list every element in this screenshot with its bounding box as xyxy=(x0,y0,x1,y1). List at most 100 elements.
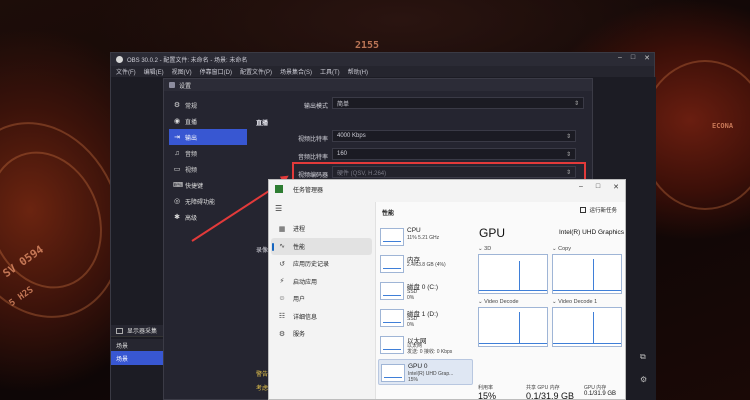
cpu-thumbnail-graph xyxy=(380,228,404,246)
minimize-icon[interactable]: – xyxy=(579,183,583,191)
close-icon[interactable]: ✕ xyxy=(644,54,650,62)
run-task-label: 运行新任务 xyxy=(589,208,617,214)
gpu-3d-graph xyxy=(478,254,548,294)
graph-label-text: 3D xyxy=(484,246,492,252)
menu-help[interactable]: 帮助(H) xyxy=(348,67,368,76)
tm-nav-startup[interactable]: ⚡ 启动应用 xyxy=(271,273,372,291)
menu-scene-collection[interactable]: 场景集合(S) xyxy=(280,67,312,76)
gpu-detail-panel: GPU Intel(R) UHD Graphics ⌄ 3D ⌄ Copy ⌄ … xyxy=(476,224,624,400)
performance-list: CPU 11% 5.21 GHz 内存 2.4/63.8 GB (4%) 磁盘 … xyxy=(378,224,473,386)
perf-item-memory[interactable]: 内存 2.4/63.8 GB (4%) xyxy=(378,251,473,277)
run-new-task-button[interactable]: 运行新任务 xyxy=(580,206,617,214)
tm-nav-users[interactable]: ☺ 用户 xyxy=(271,290,372,308)
stat-value-shared-memory: 0.1/31.9 GB xyxy=(526,391,575,400)
disk1-thumbnail-graph xyxy=(380,309,404,327)
perf-item-sub: SSD 0% xyxy=(407,316,417,328)
tm-nav-label: 进程 xyxy=(293,227,306,234)
source-name: 显示器采集 xyxy=(127,329,158,335)
video-icon: ▭ xyxy=(173,166,181,173)
task-manager-nav: ▦ 进程 ∿ 性能 ↺ 应用历史记录 ⚡ 启动应用 ☺ 用户 ☷ 详细信息 ⚙ 服务 xyxy=(271,220,372,343)
settings-nav-video[interactable]: ▭ 视频 xyxy=(169,161,247,177)
graph-label-copy: ⌄ Copy xyxy=(552,246,571,252)
task-manager-window: 任务管理器 – □ ✕ ☰ ▦ 进程 ∿ 性能 ↺ 应用历史记录 ⚡ 启动应用 ☺ 用户 … xyxy=(268,179,626,400)
nav-label: 无障碍功能 xyxy=(185,199,216,206)
accessibility-icon: ◎ xyxy=(173,198,181,205)
stat-label-gpu-memory: GPU 内存 xyxy=(584,385,607,391)
monitor-icon xyxy=(116,327,123,334)
settings-nav-hotkeys[interactable]: ⌨ 快捷键 xyxy=(169,177,247,193)
perf-item-disk-0[interactable]: 磁盘 0 (C:) SSD 0% xyxy=(378,278,473,304)
audio-bitrate-value: 160 xyxy=(337,151,348,157)
tm-nav-label: 性能 xyxy=(293,244,306,251)
settings-gear-icon[interactable]: ⚙ xyxy=(640,375,647,384)
settings-nav-output[interactable]: ⇥ 输出 xyxy=(169,129,247,145)
tm-nav-label: 启动应用 xyxy=(293,279,318,286)
graph-label-video-decode-1: ⌄ Video Decode 1 xyxy=(552,299,598,305)
settings-nav-audio[interactable]: ♫ 音频 xyxy=(169,145,247,161)
tm-nav-performance[interactable]: ∿ 性能 xyxy=(271,237,372,255)
maximize-icon[interactable]: □ xyxy=(631,54,635,62)
performance-icon: ∿ xyxy=(279,243,285,251)
perf-item-gpu-0[interactable]: GPU 0 Intel(R) UHD Grap... 15% xyxy=(378,359,473,385)
advanced-icon: ✱ xyxy=(174,214,180,221)
chevron-updown-icon: ⇕ xyxy=(573,100,579,107)
perf-item-sub-line: 0% xyxy=(407,322,415,328)
stat-value-utilization: 15% xyxy=(478,391,497,400)
task-manager-title-bar: 任务管理器 – □ ✕ xyxy=(269,180,625,198)
graph-label-video-decode: ⌄ Video Decode xyxy=(478,299,519,305)
menu-docks[interactable]: 停靠窗口(D) xyxy=(200,67,232,76)
output-mode-select[interactable]: 简单 ⇕ xyxy=(332,97,584,109)
menu-edit[interactable]: 编辑(E) xyxy=(144,67,164,76)
menu-tools[interactable]: 工具(T) xyxy=(320,67,340,76)
task-manager-icon xyxy=(275,185,283,193)
output-mode-label: 输出模式 xyxy=(303,104,328,110)
video-bitrate-label: 视频比特率 xyxy=(297,137,328,143)
menu-view[interactable]: 视图(V) xyxy=(172,67,192,76)
settings-icon xyxy=(169,82,175,88)
gear-icon: ⚙ xyxy=(173,102,181,109)
tm-nav-processes[interactable]: ▦ 进程 xyxy=(271,220,372,238)
dock-float-icon[interactable]: ⧉ xyxy=(640,352,646,362)
menu-file[interactable]: 文件(F) xyxy=(116,67,136,76)
graph-label-text: Video Decode xyxy=(484,299,519,305)
tm-nav-details[interactable]: ☷ 详细信息 xyxy=(271,308,372,326)
tm-nav-services[interactable]: ⚙ 服务 xyxy=(271,325,372,343)
close-icon[interactable]: ✕ xyxy=(613,183,619,191)
perf-item-sub: 以太网 发送: 0 接收: 0 Kbps xyxy=(407,343,452,355)
settings-nav-general[interactable]: ⚙ 常规 xyxy=(169,97,247,113)
audio-bitrate-select[interactable]: 160 ⇕ xyxy=(332,148,576,160)
menu-profile[interactable]: 配置文件(P) xyxy=(240,67,272,76)
settings-nav: ⚙ 常规 ◉ 直播 ⇥ 输出 ♫ 音频 ▭ 视频 ⌨ 快捷键 ◎ 无障碍功能 ✱ 高级 xyxy=(169,97,247,225)
wallpaper-number: ECONA xyxy=(712,122,734,130)
audio-icon: ♫ xyxy=(174,149,180,157)
perf-item-cpu[interactable]: CPU 11% 5.21 GHz xyxy=(378,224,473,250)
settings-nav-accessibility[interactable]: ◎ 无障碍功能 xyxy=(169,193,247,209)
perf-item-sub-line: 发送: 0 接收: 0 Kbps xyxy=(407,349,453,355)
perf-item-sub: 2.4/63.8 GB (4%) xyxy=(407,262,446,268)
spinner-icon[interactable]: ⇕ xyxy=(566,133,571,140)
video-bitrate-spinbox[interactable]: 4000 Kbps ⇕ xyxy=(332,130,576,142)
obs-title-bar: OBS 30.0.2 - 配置文件: 未命名 - 场景: 未命名 – □ ✕ xyxy=(111,53,654,66)
perf-item-disk-1[interactable]: 磁盘 1 (D:) SSD 0% xyxy=(378,305,473,331)
graph-label-text: Copy xyxy=(558,246,571,252)
perf-item-ethernet[interactable]: 以太网 以太网 发送: 0 接收: 0 Kbps xyxy=(378,332,473,358)
tm-nav-app-history[interactable]: ↺ 应用历史记录 xyxy=(271,255,372,273)
tm-nav-label: 详细信息 xyxy=(293,314,318,321)
ethernet-thumbnail-graph xyxy=(380,336,404,354)
perf-item-sub-line: 0% xyxy=(407,295,415,301)
nav-label: 视频 xyxy=(185,167,198,174)
tm-nav-label: 服务 xyxy=(293,332,306,339)
minimize-icon[interactable]: – xyxy=(618,54,622,62)
obs-logo-icon xyxy=(116,56,123,63)
perf-item-name: GPU 0 xyxy=(408,363,428,370)
wallpaper-number: 2155 xyxy=(355,40,380,51)
settings-nav-stream[interactable]: ◉ 直播 xyxy=(169,113,247,129)
hamburger-menu-icon[interactable]: ☰ xyxy=(275,204,282,213)
gpu-video-decode-1-graph xyxy=(552,307,622,347)
performance-panel: 性能 运行新任务 CPU 11% 5.21 GHz 内存 2.4/63.8 GB… xyxy=(375,202,625,400)
perf-item-sub: 11% 5.21 GHz xyxy=(407,235,440,241)
users-icon: ☺ xyxy=(278,295,286,303)
maximize-icon[interactable]: □ xyxy=(596,183,600,191)
details-icon: ☷ xyxy=(278,313,286,321)
perf-item-name: CPU xyxy=(407,227,421,234)
